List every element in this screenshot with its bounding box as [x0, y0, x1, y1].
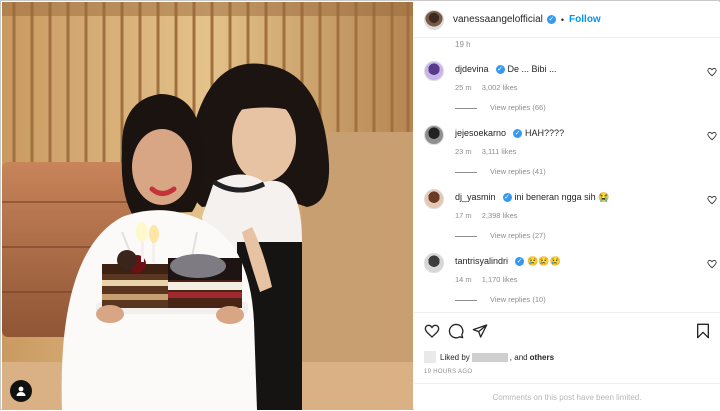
liked-by-prefix: Liked by	[440, 352, 470, 362]
separator: •	[560, 14, 565, 25]
verified-badge-icon: ✓	[495, 65, 505, 75]
avatar[interactable]	[424, 125, 444, 145]
divider	[455, 235, 477, 237]
comment-likes[interactable]: 1,170 likes	[482, 275, 518, 284]
heart-outline-icon[interactable]	[707, 67, 717, 77]
comment-likes[interactable]: 2,398 likes	[482, 211, 518, 220]
username-link[interactable]: vanessaangelofficial	[453, 14, 543, 25]
comment-username[interactable]: djdevina	[455, 64, 489, 74]
person-icon[interactable]	[10, 380, 32, 402]
verified-badge-icon: ✓	[513, 129, 523, 139]
comment-line: djdevina ✓ De ... Bibi ...	[455, 64, 557, 75]
comment-text: De ... Bibi ...	[507, 64, 557, 74]
action-bar	[414, 312, 720, 348]
view-replies-label: View replies (41)	[490, 167, 546, 176]
comment-time[interactable]: 23 m	[455, 147, 472, 156]
comment-meta: 17 m 2,398 likes	[455, 211, 518, 220]
post-timestamp[interactable]: 19 HOURS AGO	[424, 369, 472, 375]
divider	[455, 299, 477, 301]
speech-bubble-icon[interactable]	[448, 323, 464, 339]
heart-outline-icon[interactable]	[424, 323, 440, 339]
avatar[interactable]	[424, 253, 444, 273]
view-replies-button[interactable]: View replies (10)	[455, 295, 546, 304]
avatar[interactable]	[424, 61, 444, 81]
liked-by: Liked by , and others	[424, 350, 554, 364]
heart-outline-icon[interactable]	[707, 195, 717, 205]
paper-plane-icon[interactable]	[472, 323, 488, 339]
comments-limited-notice: Comments on this post have been limited.	[414, 383, 720, 410]
comment-meta: 23 m 3,111 likes	[455, 147, 516, 156]
liked-by-others[interactable]: others	[530, 353, 554, 362]
view-replies-label: View replies (27)	[490, 231, 546, 240]
view-replies-button[interactable]: View replies (27)	[455, 231, 546, 240]
post-image	[2, 2, 413, 410]
post-photo[interactable]	[2, 2, 413, 410]
comment-text: ini beneran ngga sih 😭	[514, 192, 610, 202]
avatar[interactable]	[424, 189, 444, 209]
follow-button[interactable]: Follow	[569, 14, 601, 25]
liker-avatar[interactable]	[424, 351, 436, 363]
comment-username[interactable]: tantrisyalindri	[455, 256, 508, 266]
comment-time[interactable]: 25 m	[455, 83, 472, 92]
liked-by-conjunction: , and	[509, 352, 528, 362]
comment-likes[interactable]: 3,002 likes	[482, 83, 518, 92]
liker-username-redacted[interactable]	[471, 352, 508, 362]
view-replies-label: View replies (66)	[490, 103, 546, 112]
comment-line: tantrisyalindri ✓ 😢😢😢	[455, 256, 561, 267]
comments-panel: vanessaangelofficial ✓ • Follow 19 h djd…	[414, 2, 720, 410]
comment-text: HAH????	[525, 128, 565, 138]
divider	[455, 171, 477, 173]
view-replies-label: View replies (10)	[490, 295, 546, 304]
comment-line: jejesoekarno ✓ HAH????	[455, 128, 565, 139]
view-replies-button[interactable]: View replies (41)	[455, 167, 546, 176]
caption-time: 19 h	[455, 40, 471, 49]
verified-badge-icon: ✓	[515, 257, 525, 267]
verified-badge-icon: ✓	[502, 193, 512, 203]
comment-text: 😢😢😢	[527, 256, 561, 266]
verified-badge-icon: ✓	[546, 15, 556, 24]
comment-time[interactable]: 17 m	[455, 211, 472, 220]
divider	[455, 107, 477, 109]
comment-time[interactable]: 14 m	[455, 275, 472, 284]
post-modal: vanessaangelofficial ✓ • Follow 19 h djd…	[0, 0, 720, 410]
comment-meta: 14 m 1,170 likes	[455, 275, 518, 284]
view-replies-button[interactable]: View replies (66)	[455, 103, 546, 112]
comment-username[interactable]: jejesoekarno	[455, 128, 506, 138]
post-header: vanessaangelofficial ✓ • Follow	[414, 2, 720, 38]
heart-outline-icon[interactable]	[707, 131, 717, 141]
comment-line: dj_yasmin ✓ ini beneran ngga sih 😭	[455, 192, 609, 203]
bookmark-icon[interactable]	[696, 323, 710, 339]
comment-meta: 25 m 3,002 likes	[455, 83, 518, 92]
heart-outline-icon[interactable]	[707, 259, 717, 269]
avatar[interactable]	[424, 9, 444, 30]
comment-username[interactable]: dj_yasmin	[455, 192, 496, 202]
comment-likes[interactable]: 3,111 likes	[482, 147, 517, 156]
